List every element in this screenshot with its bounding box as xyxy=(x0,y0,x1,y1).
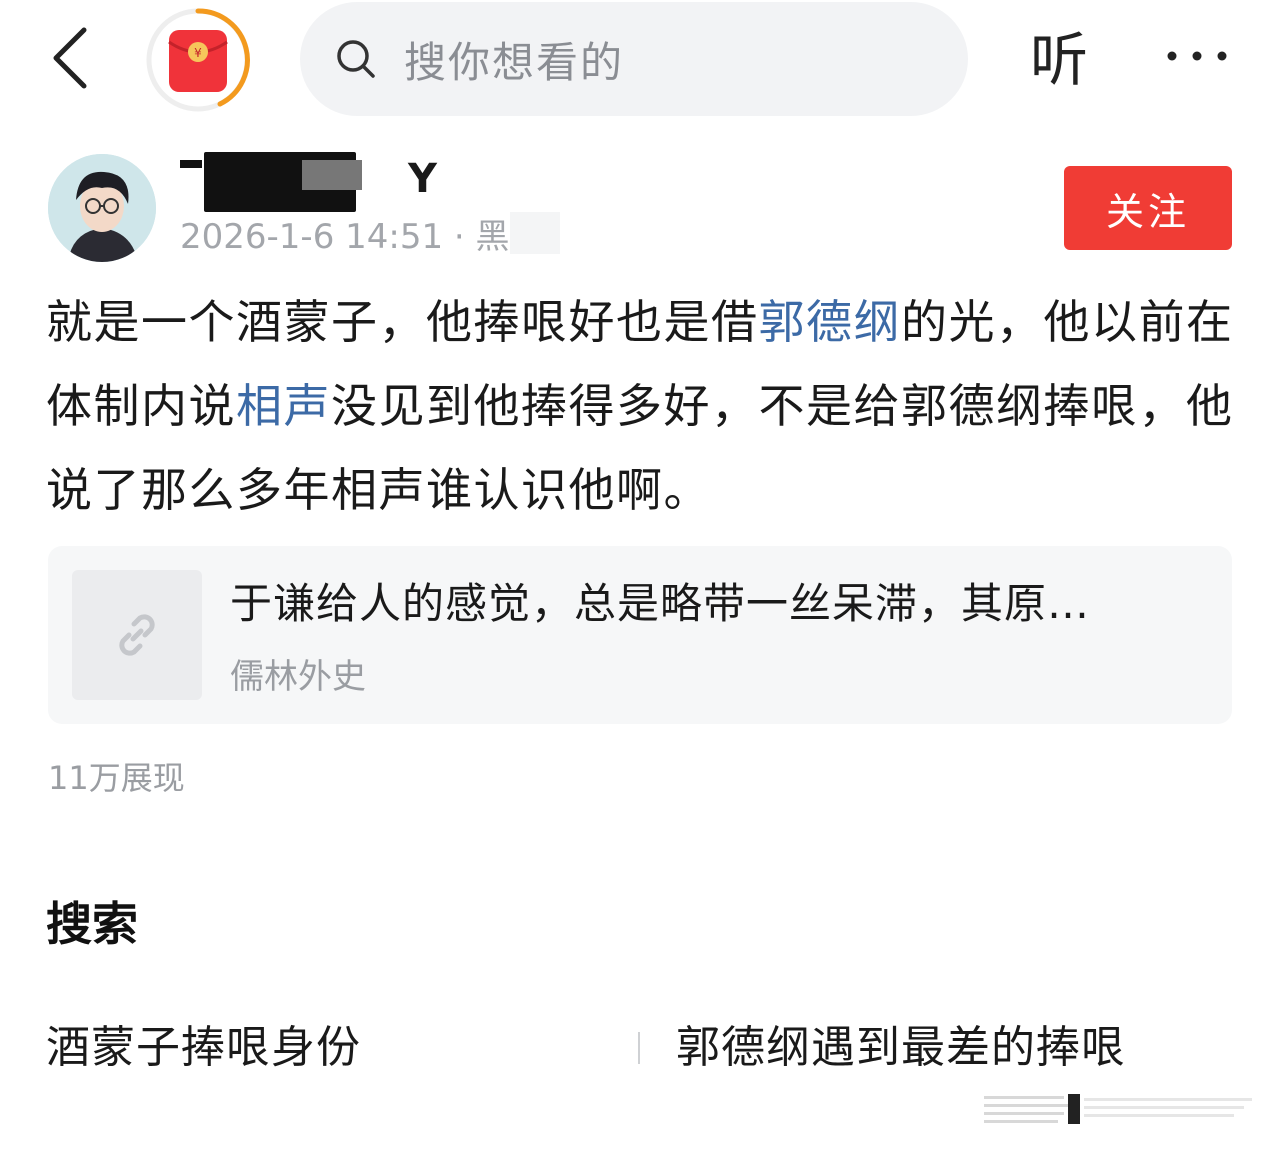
search-icon xyxy=(337,40,375,78)
listen-button[interactable]: 听 xyxy=(1030,22,1088,98)
keyword-link-guodegang[interactable]: 郭德纲 xyxy=(759,295,902,349)
post-body: 就是一个酒蒙子，他捧哏好也是借郭德纲的光，他以前在体制内说相声没见到他捧得多好，… xyxy=(46,280,1236,532)
chevron-left-icon xyxy=(53,27,87,89)
author-name-initial xyxy=(180,160,202,168)
avatar-image xyxy=(48,154,156,262)
redaction-block xyxy=(510,212,560,254)
back-button[interactable] xyxy=(40,22,104,94)
link-icon xyxy=(119,614,155,656)
author-name[interactable]: Y xyxy=(408,154,437,204)
link-thumbnail xyxy=(72,570,202,700)
search-section-heading: 搜索 xyxy=(46,897,138,951)
link-card-source: 儒林外史 xyxy=(230,657,366,697)
search-suggestion[interactable]: 酒蒙子捧哏身份 xyxy=(46,1018,361,1078)
redaction-block xyxy=(302,160,362,190)
search-placeholder: 搜你想看的 xyxy=(404,37,625,87)
more-button[interactable] xyxy=(1162,36,1232,76)
more-dots-icon xyxy=(1167,51,1227,61)
red-packet-button[interactable]: ¥ xyxy=(144,6,252,114)
link-card[interactable]: 于谦给人的感觉，总是略带一丝呆滞，其原… 儒林外史 xyxy=(48,546,1232,724)
red-packet-icon: ¥ xyxy=(146,8,250,112)
post-text: 就是一个酒蒙子，他捧哏好也是借 xyxy=(46,295,759,349)
link-card-title: 于谦给人的感觉，总是略带一丝呆滞，其原… xyxy=(230,579,1091,628)
avatar[interactable] xyxy=(48,154,156,262)
svg-text:¥: ¥ xyxy=(194,46,202,60)
view-count: 11万展现 xyxy=(48,759,185,797)
search-input[interactable]: 搜你想看的 xyxy=(300,2,968,116)
divider xyxy=(638,1032,640,1064)
watermark-graphic xyxy=(984,1094,1252,1124)
post-meta: 2026-1-6 14:51 · 黑 xyxy=(180,217,510,257)
follow-button[interactable]: 关注 xyxy=(1064,166,1232,250)
keyword-link-xiangsheng[interactable]: 相声 xyxy=(236,379,331,433)
search-suggestion[interactable]: 郭德纲遇到最差的捧哏 xyxy=(676,1018,1126,1078)
